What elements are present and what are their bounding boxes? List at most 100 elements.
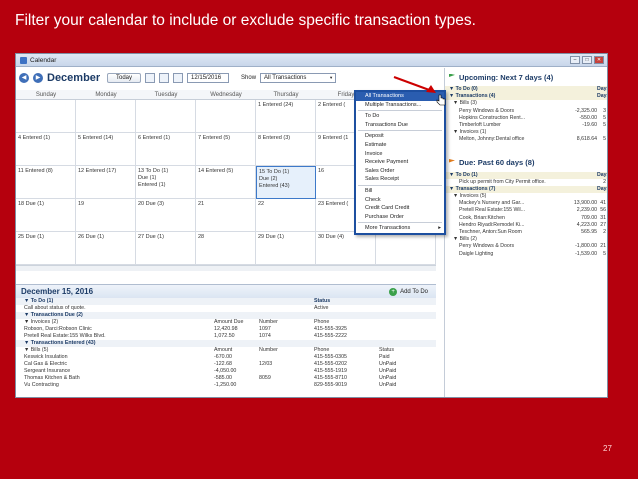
day-cell[interactable]: 29 Due (1): [256, 232, 316, 265]
day-cell[interactable]: 5 Entered (14): [76, 133, 136, 166]
menu-item[interactable]: Deposit: [356, 132, 444, 141]
detail-row[interactable]: Thomas Kitchen & Bath -585.00 8059 415-555-…: [16, 375, 436, 382]
summary-row[interactable]: ▼ To Do (0) Days: [445, 86, 607, 94]
detail-row[interactable]: Robson, Darci:Robson Clinic 12,420.98 1097…: [16, 326, 436, 333]
menu-item[interactable]: Invoice: [356, 150, 444, 159]
summary-row[interactable]: Timberloft Lumber -19.60 5: [445, 122, 607, 129]
summary-name: ▼ Bills (3): [453, 100, 477, 107]
summary-row[interactable]: ▼ Bills (3): [445, 100, 607, 107]
day-cell[interactable]: 12 Entered (17): [76, 166, 136, 199]
show-filter-select[interactable]: All Transactions: [260, 73, 337, 83]
day-cell[interactable]: [16, 100, 76, 133]
day-cell[interactable]: 1 Entered (24): [256, 100, 316, 133]
summary-row[interactable]: ▼ To Do (1) Days: [445, 171, 607, 179]
day-cell[interactable]: 14 Entered (5): [196, 166, 256, 199]
week-view-icon[interactable]: [159, 73, 170, 83]
day-cell[interactable]: 26 Due (1): [76, 232, 136, 265]
summary-row[interactable]: ▼ Invoices (1): [445, 129, 607, 136]
detail-cell: Phone: [314, 347, 330, 353]
summary-row[interactable]: Pretell Real Estate:155 Wil... 2,239.00 56: [445, 207, 607, 214]
window-controls: – □ ✕: [570, 56, 607, 64]
detail-row[interactable]: ▼ Transactions Entered (43): [16, 340, 436, 347]
day-cell[interactable]: 20 Due (3): [136, 199, 196, 232]
menu-item[interactable]: Sales Receipt: [356, 175, 444, 184]
summary-row[interactable]: Perry Windows & Doors -2,325.00 3: [445, 108, 607, 115]
day-cell[interactable]: 13 To Do (1) Due (1) Entered (1): [136, 166, 196, 199]
day-cell[interactable]: 6 Entered (1): [136, 133, 196, 166]
day-cell[interactable]: 18 Due (1): [16, 199, 76, 232]
day-view-icon[interactable]: [145, 73, 156, 83]
summary-row[interactable]: Hopkins Construction Rent... -550.00 5: [445, 115, 607, 122]
detail-cell: [214, 298, 259, 305]
day-cell[interactable]: 11 Entered (8): [16, 166, 76, 199]
day-cell[interactable]: 25 Due (1): [16, 232, 76, 265]
day-cell[interactable]: [376, 232, 436, 265]
summary-row[interactable]: Hendro Riyadi:Remodel Ki... 4,223.00 27: [445, 222, 607, 229]
summary-row[interactable]: Pick up permit from City Permit office. 2: [445, 179, 607, 186]
day-cell[interactable]: 22: [256, 199, 316, 232]
detail-row[interactable]: Vu Contracting -1,250.00 829-555-9019 UnPai…: [16, 382, 436, 389]
day-cell[interactable]: 28: [196, 232, 256, 265]
summary-row[interactable]: ▼ Transactions (4) Days: [445, 93, 607, 101]
detail-row[interactable]: ▼ Invoices (2) Amount Due Number Phone: [16, 319, 436, 326]
summary-row[interactable]: Perry Windows & Doors -1,800.00 21: [445, 243, 607, 250]
detail-row[interactable]: Pretell Real Estate:155 Wilks Blvd. 1,072…: [16, 333, 436, 340]
menu-item[interactable]: Receive Payment: [356, 158, 444, 167]
summary-row[interactable]: Melton, Johnny:Dental office 8,618.64 5: [445, 136, 607, 143]
day-cell[interactable]: [196, 100, 256, 133]
summary-row[interactable]: Teschner, Anton:Sun Room 565.95 2: [445, 229, 607, 236]
summary-row[interactable]: ▼ Transactions (7) Days: [445, 185, 607, 194]
day-cell[interactable]: 15 To Do (1) Due (2) Entered (43): [256, 166, 316, 199]
detail-cell: 1074: [259, 333, 271, 339]
detail-row[interactable]: Sergeant Insurance -4,050.00 415-555-1919 U…: [16, 368, 436, 375]
prev-month-button[interactable]: ◀: [19, 73, 29, 83]
menu-item[interactable]: Transactions Due: [356, 121, 444, 130]
menu-item[interactable]: Bill: [356, 187, 444, 196]
menu-item[interactable]: Multiple Transactions...: [356, 101, 444, 110]
detail-row[interactable]: Cal Gas & Electric -122.68 12/03 415-555-02…: [16, 361, 436, 368]
close-button[interactable]: ✕: [594, 56, 604, 64]
summary-row[interactable]: Cook, Brian:Kitchen 709.00 31: [445, 215, 607, 222]
summary-row[interactable]: Daigle Lighting -1,539.00 5: [445, 251, 607, 258]
day-cell[interactable]: 21: [196, 199, 256, 232]
day-cell[interactable]: 27 Due (1): [136, 232, 196, 265]
day-cell[interactable]: 7 Entered (5): [196, 133, 256, 166]
day-cell[interactable]: [136, 100, 196, 133]
date-field[interactable]: 12/15/2016: [187, 73, 230, 83]
detail-cell: ▼ Transactions Entered (43): [24, 340, 96, 346]
menu-item[interactable]: Purchase Order: [356, 213, 444, 222]
month-view-icon[interactable]: [173, 73, 184, 83]
day-cell[interactable]: [76, 100, 136, 133]
menu-item[interactable]: To Do: [356, 112, 444, 121]
add-todo-button[interactable]: + Add To Do: [389, 287, 436, 296]
next-month-button[interactable]: ▶: [33, 73, 43, 83]
detail-cell: [259, 312, 314, 319]
detail-row[interactable]: ▼ Transactions Due (2): [16, 312, 436, 319]
today-button[interactable]: Today: [107, 73, 142, 83]
summary-row[interactable]: ▼ Bills (2): [445, 236, 607, 243]
pastdue-header[interactable]: Due: Past 60 days (8): [445, 154, 607, 172]
detail-row[interactable]: ▼ To Do (1) Status: [16, 298, 436, 305]
day-cell[interactable]: 4 Entered (1): [16, 133, 76, 166]
menu-item[interactable]: Estimate: [356, 141, 444, 150]
detail-cell: [259, 354, 314, 361]
menu-item[interactable]: More Transactions ▸: [356, 224, 444, 233]
calendar-hscrollbar[interactable]: [16, 265, 436, 271]
menu-item[interactable]: Credit Card Credit: [356, 204, 444, 213]
menu-item-label: To Do: [365, 113, 380, 120]
detail-cell: 415-555-2222: [314, 333, 347, 339]
maximize-button[interactable]: □: [582, 56, 592, 64]
day-cell[interactable]: 8 Entered (3): [256, 133, 316, 166]
day-cell[interactable]: 19: [76, 199, 136, 232]
upcoming-header[interactable]: Upcoming: Next 7 days (4): [445, 68, 607, 86]
menu-item[interactable]: Check: [356, 196, 444, 205]
green-flag-icon: [449, 73, 455, 77]
day-cell[interactable]: 30 Due (4): [316, 232, 376, 265]
summary-row[interactable]: ▼ Invoices (5): [445, 193, 607, 200]
detail-row[interactable]: Keswick Insulation -670.00 415-555-0305 Pai…: [16, 354, 436, 361]
minimize-button[interactable]: –: [570, 56, 580, 64]
detail-row[interactable]: Call about status of quote. Active: [16, 305, 436, 312]
detail-row[interactable]: ▼ Bills (5) Amount Number Phone Status: [16, 347, 436, 354]
summary-row[interactable]: Mackey's Nursery and Gar... 13,900.00 41: [445, 200, 607, 207]
menu-item[interactable]: Sales Order: [356, 167, 444, 176]
